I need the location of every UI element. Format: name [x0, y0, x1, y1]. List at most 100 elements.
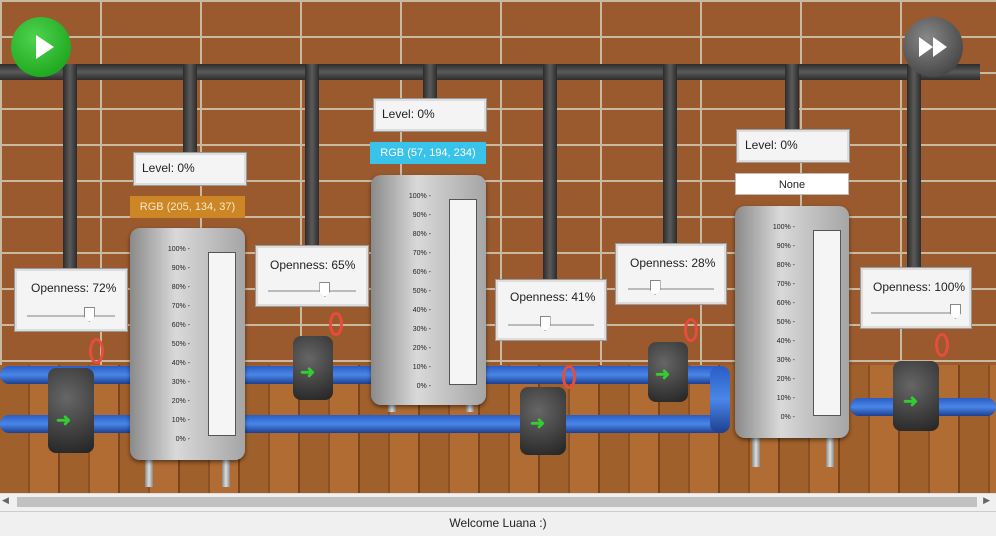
gauge-tick-label: 10% -	[171, 417, 190, 424]
openness-slider-track[interactable]	[871, 312, 959, 314]
tank-level-box: Level: 0%	[737, 130, 849, 162]
drop-pipe	[785, 64, 799, 130]
gauge-tick-label: 70% -	[412, 250, 431, 257]
tank-gauge	[449, 199, 477, 385]
valve[interactable]: ➜	[883, 333, 953, 433]
valve-openness-control[interactable]: Openness: 100%	[861, 268, 971, 328]
gauge-tick-label: 30% -	[776, 357, 795, 364]
water-pipe	[0, 415, 730, 433]
gauge-tick-label: 0% -	[175, 436, 190, 443]
openness-slider-track[interactable]	[27, 315, 115, 317]
openness-slider-thumb[interactable]	[83, 307, 95, 322]
tank-color-label: RGB (57, 194, 234)	[370, 142, 486, 164]
scrollbar-thumb[interactable]	[17, 497, 977, 507]
gauge-tick-label: 40% -	[776, 338, 795, 345]
gauge-tick-label: 50% -	[412, 288, 431, 295]
drop-pipe	[63, 64, 77, 269]
tank-level-box: Level: 0%	[134, 153, 246, 185]
gauge-tick-label: 100% -	[772, 224, 795, 231]
valve-openness-control[interactable]: Openness: 65%	[256, 246, 368, 306]
flow-arrow-icon: ➜	[300, 362, 316, 382]
gauge-ticks: 100% - 90% - 80% - 70% - 60% - 50% - 40% - 30% …	[401, 193, 431, 390]
valve[interactable]: ➜	[38, 338, 108, 458]
drop-pipe	[907, 64, 921, 268]
valve-handle-icon	[684, 318, 698, 342]
gauge-tick-label: 40% -	[412, 307, 431, 314]
drop-pipe	[543, 64, 557, 279]
tank-color-label: None	[735, 173, 849, 195]
valve[interactable]: ➜	[285, 312, 345, 402]
openness-slider-thumb[interactable]	[649, 280, 661, 295]
tank-level-box: Level: 0%	[374, 99, 486, 131]
valve-openness-control[interactable]: Openness: 28%	[616, 244, 726, 304]
tank-gauge	[813, 230, 841, 416]
gauge-tick-label: 0% -	[416, 383, 431, 390]
valve[interactable]: ➜	[640, 318, 700, 403]
scroll-left-icon[interactable]: ◀	[2, 495, 9, 506]
gauge-tick-label: 80% -	[776, 262, 795, 269]
valve-handle-icon	[89, 338, 104, 364]
gauge-tick-label: 90% -	[776, 243, 795, 250]
valve-handle-icon	[935, 333, 949, 357]
gauge-tick-label: 30% -	[171, 379, 190, 386]
drop-pipe	[183, 64, 197, 154]
openness-slider-thumb[interactable]	[950, 304, 961, 319]
gauge-tick-label: 70% -	[171, 303, 190, 310]
gauge-tick-label: 70% -	[776, 281, 795, 288]
gauge-tick-label: 10% -	[412, 364, 431, 371]
gauge-ticks: 100% - 90% - 80% - 70% - 60% - 50% - 40% - 30% …	[160, 246, 190, 443]
drop-pipe	[305, 64, 319, 246]
play-button[interactable]	[11, 17, 71, 77]
gauge-tick-label: 60% -	[171, 322, 190, 329]
openness-slider-track[interactable]	[628, 288, 714, 290]
water-pipe	[710, 366, 730, 433]
gauge-tick-label: 20% -	[776, 376, 795, 383]
water-pipe	[0, 366, 730, 384]
valve[interactable]: ➜	[510, 365, 580, 457]
gauge-tick-label: 10% -	[776, 395, 795, 402]
gauge-tick-label: 80% -	[171, 284, 190, 291]
valve-openness-control[interactable]: Openness: 72%	[15, 269, 127, 331]
gauge-tick-label: 30% -	[412, 326, 431, 333]
tank: 100% - 90% - 80% - 70% - 60% - 50% - 40% - 30% …	[735, 206, 849, 438]
valve-handle-icon	[562, 365, 576, 389]
flow-arrow-icon: ➜	[56, 410, 72, 430]
openness-slider-thumb[interactable]	[319, 282, 331, 297]
overhead-pipe	[0, 64, 980, 80]
gauge-tick-label: 100% -	[167, 246, 190, 253]
gauge-ticks: 100% - 90% - 80% - 70% - 60% - 50% - 40% - 30% …	[765, 224, 795, 421]
gauge-tick-label: 20% -	[412, 345, 431, 352]
tank: 100% - 90% - 80% - 70% - 60% - 50% - 40% - 30% …	[371, 175, 486, 405]
flow-arrow-icon: ➜	[903, 391, 919, 411]
flow-arrow-icon: ➜	[655, 364, 671, 384]
tank-leg	[826, 435, 834, 467]
openness-slider-thumb[interactable]	[539, 316, 551, 331]
tank: 100% - 90% - 80% - 70% - 60% - 50% - 40% - 30% …	[130, 228, 245, 460]
drop-pipe	[663, 64, 677, 244]
tank-leg	[752, 435, 760, 467]
gauge-tick-label: 60% -	[412, 269, 431, 276]
gauge-tick-label: 60% -	[776, 300, 795, 307]
gauge-tick-label: 50% -	[776, 319, 795, 326]
gauge-tick-label: 90% -	[171, 265, 190, 272]
gauge-tick-label: 100% -	[408, 193, 431, 200]
fast-forward-button[interactable]	[903, 17, 963, 77]
tank-gauge	[208, 252, 236, 436]
gauge-tick-label: 20% -	[171, 398, 190, 405]
openness-slider-track[interactable]	[508, 324, 594, 326]
scroll-right-icon[interactable]: ▶	[983, 495, 990, 506]
drop-pipe	[423, 64, 437, 100]
valve-openness-control[interactable]: Openness: 41%	[496, 280, 606, 340]
gauge-tick-label: 50% -	[171, 341, 190, 348]
flow-arrow-icon: ➜	[530, 413, 546, 433]
valve-handle-icon	[329, 312, 343, 336]
gauge-tick-label: 80% -	[412, 231, 431, 238]
gauge-tick-label: 0% -	[780, 414, 795, 421]
gauge-tick-label: 90% -	[412, 212, 431, 219]
simulation-canvas: 100% - 90% - 80% - 70% - 60% - 50% - 40% - 30% …	[0, 0, 996, 493]
horizontal-scrollbar[interactable]: ◀ ▶	[0, 493, 996, 511]
play-icon	[36, 35, 54, 59]
openness-slider-track[interactable]	[268, 290, 356, 292]
fast-forward-icon	[919, 37, 947, 57]
tank-color-label: RGB (205, 134, 37)	[130, 196, 245, 218]
